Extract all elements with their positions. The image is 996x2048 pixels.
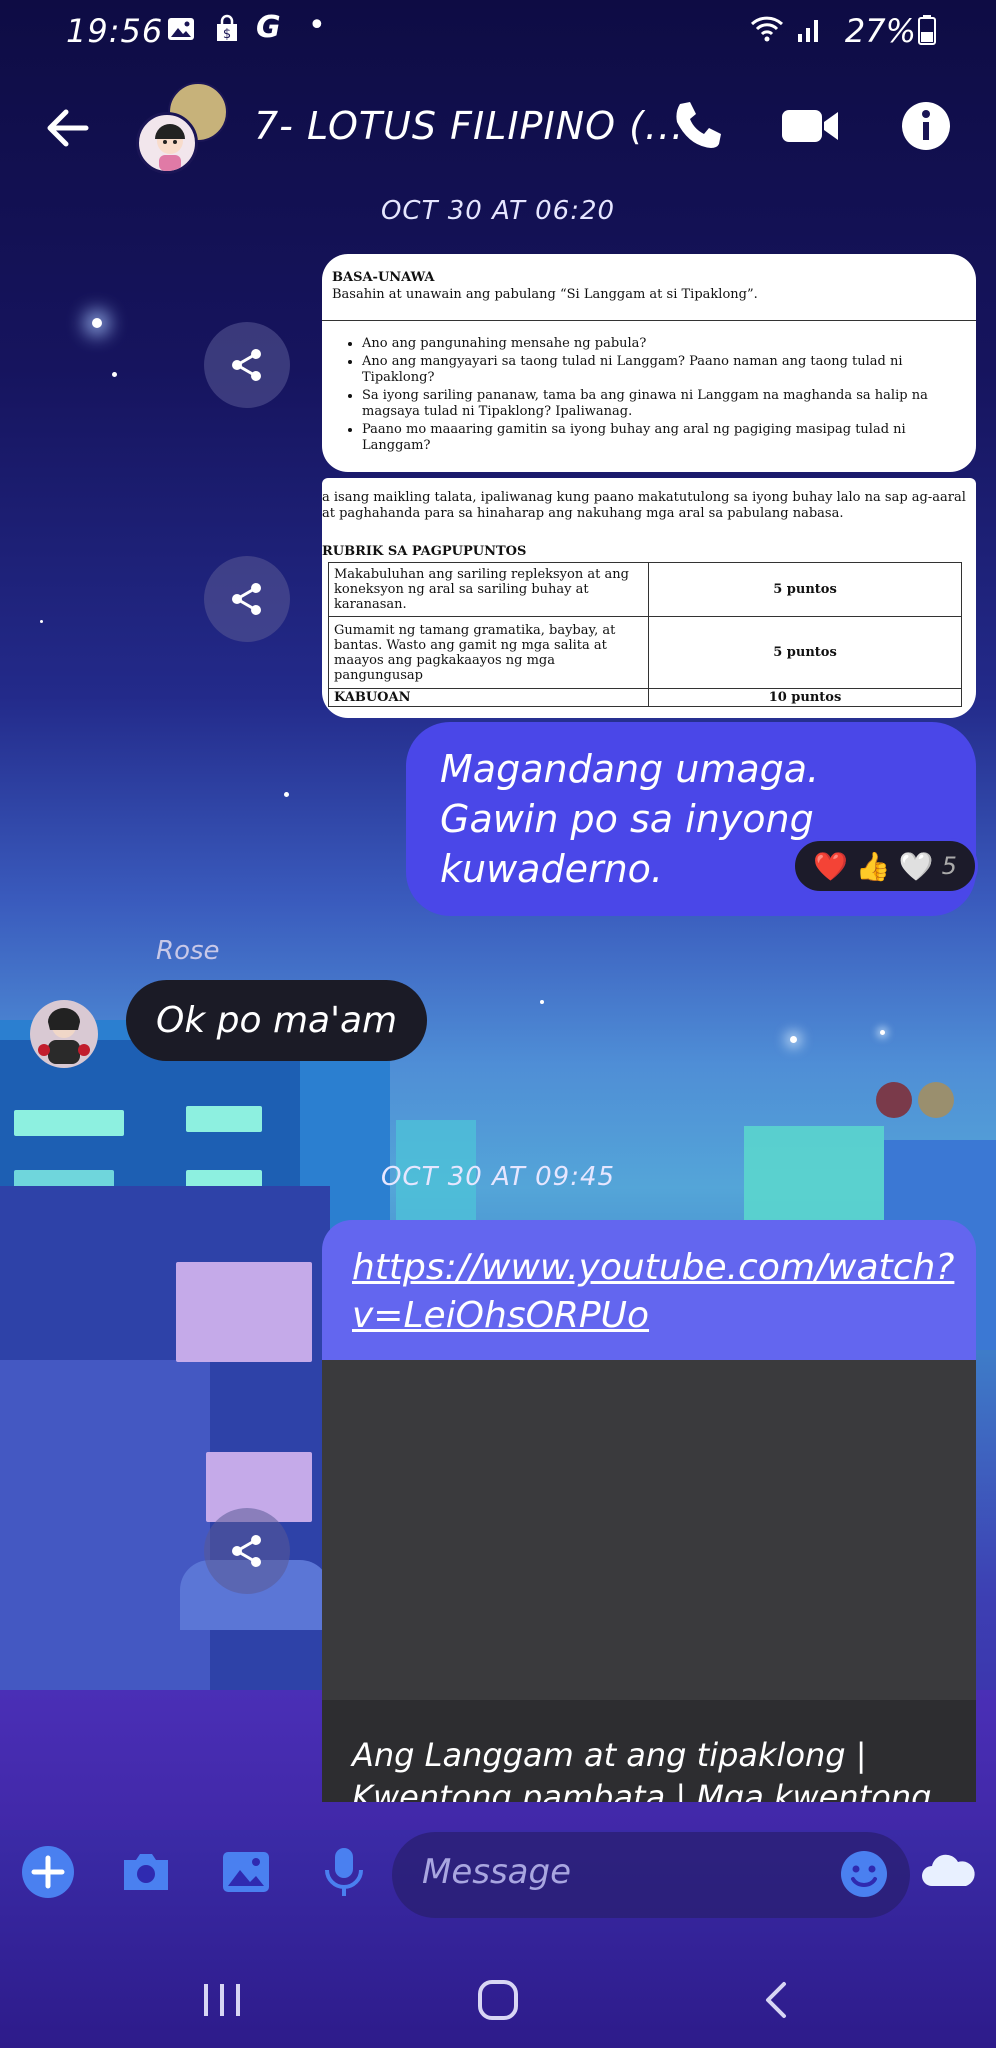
share-button[interactable] [204, 1508, 290, 1594]
share-button[interactable] [204, 556, 290, 642]
plus-icon[interactable] [20, 1844, 76, 1900]
conversation-title[interactable]: 7- LOTUS FILIPINO (... [254, 104, 684, 148]
image-attachment[interactable]: a isang maikling talata, ipaliwanag kung… [322, 478, 976, 718]
link-url[interactable]: https://www.youtube.com/watch?v=LeiOhsOR… [322, 1220, 976, 1360]
reaction-count: 5 [941, 852, 957, 880]
table-row: Gumamit ng tamang gramatika, baybay, at … [328, 616, 962, 689]
back-arrow-icon[interactable] [40, 100, 96, 156]
rubric-criteria: KABUOAN [328, 688, 649, 707]
back-nav-icon[interactable] [748, 1970, 808, 2030]
doc-subheading: Basahin at unawain ang pabulang “Si Lang… [332, 287, 758, 302]
sender-avatar[interactable] [30, 1000, 98, 1068]
rubric-title: RUBRIK SA PAGPUPUNTOS [322, 544, 527, 559]
info-icon[interactable] [896, 96, 956, 156]
emoji-icon[interactable] [838, 1848, 890, 1900]
wifi-icon [748, 14, 788, 44]
google-notification-icon: G [256, 10, 281, 45]
image-attachment[interactable]: BASA-UNAWA Basahin at unawain ang pabula… [322, 254, 976, 472]
gallery-icon[interactable] [218, 1844, 274, 1900]
more-notifications-dot: • [308, 8, 326, 43]
battery-icon [918, 14, 936, 45]
link-preview-card[interactable]: https://www.youtube.com/watch?v=LeiOhsOR… [322, 1220, 976, 1802]
doc-divider [322, 320, 976, 321]
read-receipt-avatar [918, 1082, 954, 1118]
share-button[interactable] [204, 322, 290, 408]
share-icon [232, 349, 261, 381]
signal-icon [796, 14, 824, 44]
video-call-icon[interactable] [780, 96, 842, 156]
heart-reaction: ❤️ [813, 849, 848, 883]
doc-question: Ano ang mangyayari sa taong tulad ni Lan… [362, 354, 968, 386]
rubric-table: Makabuluhan ang sariling repleksyon at a… [328, 562, 962, 707]
microphone-icon[interactable] [316, 1844, 372, 1900]
read-receipt-avatar [876, 1082, 912, 1118]
svg-text:$: $ [223, 27, 231, 42]
table-row: Makabuluhan ang sariling repleksyon at a… [328, 562, 962, 617]
battery-percent: 27% [844, 12, 916, 50]
rubric-criteria: Gumamit ng tamang gramatika, baybay, at … [328, 616, 649, 689]
video-thumbnail[interactable] [322, 1360, 976, 1700]
doc-question-list: Ano ang pangunahing mensahe ng pabula? A… [362, 336, 968, 456]
gallery-notification-icon [166, 14, 196, 44]
conversation-header: 7- LOTUS FILIPINO (... [0, 70, 996, 190]
doc-question: Ano ang pangunahing mensahe ng pabula? [362, 336, 968, 352]
doc-question: Sa iyong sariling pananaw, tama ba ang g… [362, 388, 968, 420]
thumbs-up-reaction: 👍 [855, 849, 891, 883]
recent-apps-icon[interactable] [192, 1970, 252, 2030]
message-timestamp: OCT 30 AT 06:20 [380, 196, 616, 226]
message-reactions[interactable]: ❤️ 👍 🤍 5 [792, 838, 978, 894]
shopping-bag-notification-icon: $ [212, 14, 242, 44]
share-icon [232, 583, 261, 615]
share-icon [232, 1535, 261, 1567]
doc-heading: BASA-UNAWA [332, 270, 435, 285]
table-row: KABUOAN 10 puntos [328, 688, 962, 707]
doc-question: Paano mo maaaring gamitin sa iyong buhay… [362, 422, 968, 454]
rubric-criteria: Makabuluhan ang sariling repleksyon at a… [328, 562, 649, 617]
rubric-points: 5 puntos [648, 562, 962, 617]
message-input-field[interactable] [392, 1832, 910, 1918]
cloud-icon[interactable] [918, 1844, 978, 1900]
doc-intro: a isang maikling talata, ipaliwanag kung… [322, 490, 966, 521]
home-icon[interactable] [468, 1970, 528, 2030]
status-bar: 19:56 $ G • 27% [0, 0, 996, 64]
rubric-points: 5 puntos [648, 616, 962, 689]
message-timestamp: OCT 30 AT 09:45 [380, 1162, 616, 1192]
phone-call-icon[interactable] [666, 96, 726, 156]
link-title: Ang Langgam at ang tipaklong | Kwentong … [322, 1700, 976, 1802]
camera-icon[interactable] [118, 1844, 174, 1900]
system-navigation-bar [0, 1940, 996, 2048]
sender-name: Rose [156, 936, 220, 966]
message-composer [0, 1810, 996, 1930]
message-input[interactable] [422, 1852, 822, 1892]
incoming-message-bubble[interactable]: Ok po ma'am [126, 980, 428, 1061]
group-avatar-primary [136, 112, 198, 174]
status-time: 19:56 [66, 12, 164, 50]
group-avatar[interactable] [136, 82, 236, 182]
rubric-points: 10 puntos [648, 688, 962, 707]
white-heart-reaction: 🤍 [898, 849, 934, 883]
